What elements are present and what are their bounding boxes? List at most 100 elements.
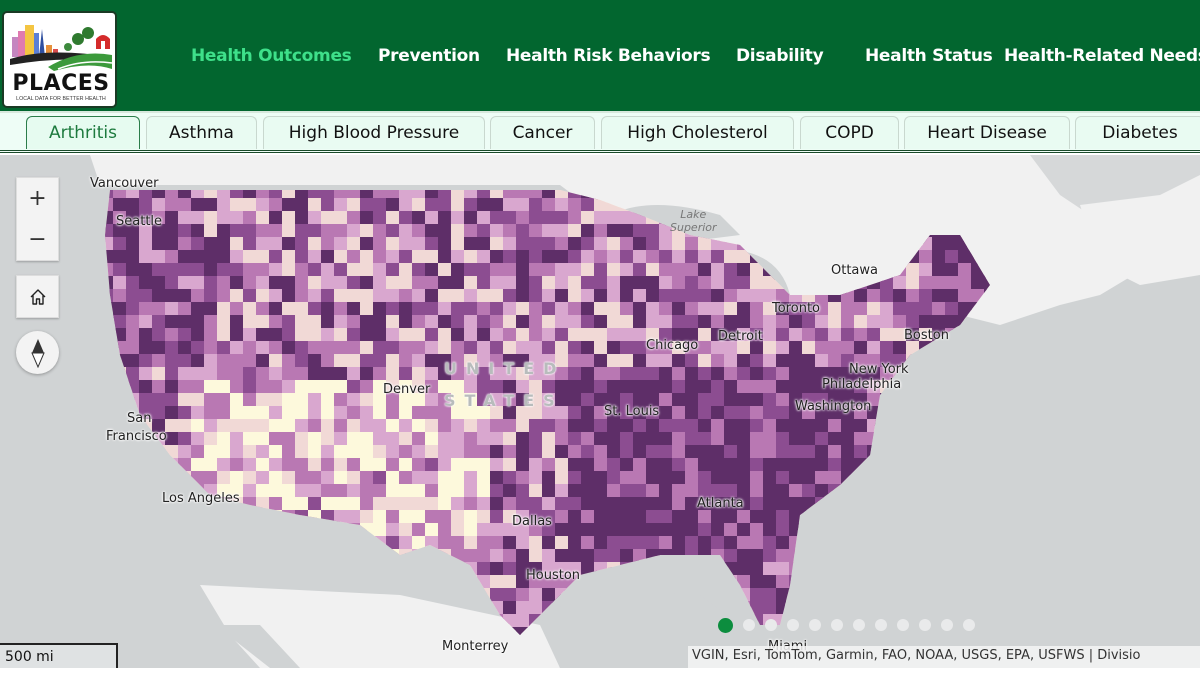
zoom-out-button[interactable]: − bbox=[17, 219, 58, 260]
county-cell[interactable] bbox=[906, 510, 926, 529]
county-cell[interactable] bbox=[841, 471, 856, 489]
county-cell[interactable] bbox=[100, 367, 120, 380]
county-cell[interactable] bbox=[685, 562, 703, 582]
county-cell[interactable] bbox=[646, 250, 661, 263]
county-cell[interactable] bbox=[165, 627, 180, 644]
county-cell[interactable] bbox=[282, 393, 296, 406]
nav-prevention[interactable]: Prevention bbox=[378, 46, 480, 66]
county-cell[interactable] bbox=[165, 536, 179, 552]
county-cell[interactable] bbox=[256, 471, 269, 484]
county-cell[interactable] bbox=[126, 601, 146, 618]
county-cell[interactable] bbox=[932, 471, 950, 485]
zoom-in-button[interactable]: + bbox=[17, 178, 58, 219]
county-cell[interactable] bbox=[204, 237, 217, 250]
county-cell[interactable] bbox=[802, 562, 819, 575]
county-cell[interactable] bbox=[100, 458, 120, 472]
county-cell[interactable] bbox=[321, 549, 337, 565]
county-cell[interactable] bbox=[906, 588, 926, 602]
county-cell[interactable] bbox=[282, 523, 295, 536]
county-cell[interactable] bbox=[165, 575, 186, 593]
county-cell[interactable] bbox=[100, 627, 117, 640]
county-cell[interactable] bbox=[360, 263, 374, 278]
county-cell[interactable] bbox=[113, 614, 129, 634]
county-cell[interactable] bbox=[893, 484, 907, 504]
county-cell[interactable] bbox=[178, 263, 193, 278]
county-cell[interactable] bbox=[646, 562, 668, 582]
county-cell[interactable] bbox=[178, 198, 191, 211]
county-cell[interactable] bbox=[191, 523, 206, 540]
county-cell[interactable] bbox=[100, 614, 115, 630]
county-cell[interactable] bbox=[698, 562, 714, 578]
county-cell[interactable] bbox=[867, 588, 887, 605]
county-cell[interactable] bbox=[971, 601, 984, 614]
home-button[interactable] bbox=[17, 276, 58, 317]
county-cell[interactable] bbox=[737, 367, 750, 380]
county-cell[interactable] bbox=[217, 510, 239, 526]
county-cell[interactable] bbox=[984, 341, 1001, 355]
county-cell[interactable] bbox=[308, 315, 321, 328]
county-cell[interactable] bbox=[919, 445, 936, 458]
county-cell[interactable] bbox=[113, 237, 126, 252]
county-cell[interactable] bbox=[178, 510, 193, 524]
county-cell[interactable] bbox=[165, 588, 187, 601]
county-cell[interactable] bbox=[646, 237, 659, 252]
county-cell[interactable] bbox=[971, 406, 985, 420]
county-cell[interactable] bbox=[815, 510, 830, 523]
county-cell[interactable] bbox=[607, 315, 621, 330]
county-cell[interactable] bbox=[893, 523, 910, 539]
county-cell[interactable] bbox=[399, 458, 414, 473]
county-cell[interactable] bbox=[126, 198, 140, 213]
county-cell[interactable] bbox=[945, 367, 962, 387]
county-cell[interactable] bbox=[932, 523, 948, 536]
county-cell[interactable] bbox=[477, 224, 490, 239]
county-cell[interactable] bbox=[607, 289, 620, 304]
county-cell[interactable] bbox=[113, 627, 131, 641]
county-cell[interactable] bbox=[386, 575, 407, 590]
county-cell[interactable] bbox=[100, 588, 121, 601]
county-cell[interactable] bbox=[412, 549, 432, 565]
county-cell[interactable] bbox=[178, 562, 193, 579]
county-cell[interactable] bbox=[139, 497, 152, 510]
county-cell[interactable] bbox=[789, 523, 803, 536]
county-cell[interactable] bbox=[594, 315, 609, 330]
county-cell[interactable] bbox=[178, 523, 198, 543]
county-cell[interactable] bbox=[165, 224, 179, 238]
county-cell[interactable] bbox=[932, 458, 949, 471]
county-cell[interactable] bbox=[854, 484, 872, 500]
county-cell[interactable] bbox=[932, 484, 947, 499]
county-cell[interactable] bbox=[880, 458, 893, 477]
carousel-dot[interactable] bbox=[809, 619, 821, 631]
county-cell[interactable] bbox=[100, 380, 122, 400]
county-cell[interactable] bbox=[932, 549, 949, 562]
county-cell[interactable] bbox=[984, 627, 1002, 647]
county-cell[interactable] bbox=[360, 549, 378, 565]
county-cell[interactable] bbox=[425, 354, 438, 368]
county-cell[interactable] bbox=[139, 471, 157, 486]
county-cell[interactable] bbox=[256, 497, 269, 513]
county-cell[interactable] bbox=[295, 575, 315, 591]
county-cell[interactable] bbox=[919, 458, 941, 472]
county-cell[interactable] bbox=[997, 562, 1011, 580]
county-cell[interactable] bbox=[386, 419, 399, 432]
county-cell[interactable] bbox=[308, 471, 321, 485]
county-cell[interactable] bbox=[321, 250, 335, 265]
county-cell[interactable] bbox=[932, 536, 954, 551]
county-cell[interactable] bbox=[256, 549, 269, 568]
county-cell[interactable] bbox=[698, 536, 711, 549]
county-cell[interactable] bbox=[854, 471, 868, 491]
county-cell[interactable] bbox=[282, 562, 295, 578]
county-cell[interactable] bbox=[854, 588, 867, 608]
county-cell[interactable] bbox=[867, 549, 885, 563]
county-cell[interactable] bbox=[555, 523, 569, 537]
county-cell[interactable] bbox=[230, 549, 246, 567]
county-cell[interactable] bbox=[945, 471, 958, 490]
county-cell[interactable] bbox=[997, 575, 1019, 591]
county-cell[interactable] bbox=[516, 614, 530, 628]
county-cell[interactable] bbox=[139, 523, 155, 536]
county-cell[interactable] bbox=[997, 497, 1012, 512]
county-cell[interactable] bbox=[542, 185, 557, 198]
county-cell[interactable] bbox=[919, 393, 935, 413]
county-cell[interactable] bbox=[282, 549, 295, 568]
county-cell[interactable] bbox=[360, 575, 374, 592]
county-cell[interactable] bbox=[997, 341, 1018, 355]
